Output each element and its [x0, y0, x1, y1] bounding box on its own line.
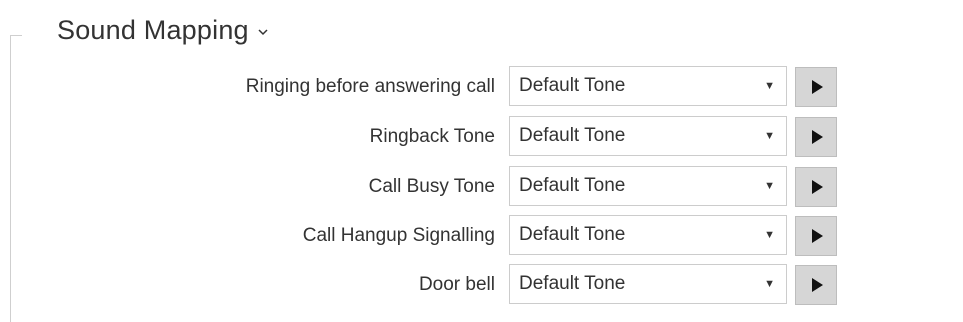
- play-button-ringback-tone[interactable]: [795, 117, 837, 157]
- select-value: Default Tone: [519, 224, 626, 245]
- fieldset-bracket-top: [10, 35, 22, 36]
- sound-mapping-page: Sound Mapping Ringing before answering c…: [0, 0, 963, 322]
- select-value: Default Tone: [519, 75, 626, 96]
- play-icon: [812, 130, 823, 144]
- play-icon: [812, 229, 823, 243]
- dropdown-arrow-icon: ▼: [764, 180, 775, 192]
- tone-select-door-bell[interactable]: Default Tone ▼: [509, 264, 787, 304]
- row-label: Ringing before answering call: [245, 76, 495, 97]
- play-icon: [812, 278, 823, 292]
- play-button-door-bell[interactable]: [795, 265, 837, 305]
- select-value: Default Tone: [519, 175, 626, 196]
- row-label: Door bell: [418, 274, 495, 295]
- play-button-ringing-before-answering[interactable]: [795, 67, 837, 107]
- select-value: Default Tone: [519, 273, 626, 294]
- select-value: Default Tone: [519, 125, 626, 146]
- row-label: Call Busy Tone: [368, 176, 495, 197]
- play-icon: [812, 80, 823, 94]
- sound-row-call-hangup-signalling: Call Hangup Signalling Default Tone ▼: [0, 215, 963, 257]
- row-label: Call Hangup Signalling: [302, 225, 495, 246]
- dropdown-arrow-icon: ▼: [764, 130, 775, 142]
- play-button-call-hangup-signalling[interactable]: [795, 216, 837, 256]
- tone-select-call-busy-tone[interactable]: Default Tone ▼: [509, 166, 787, 206]
- dropdown-arrow-icon: ▼: [764, 229, 775, 241]
- section-header-sound-mapping[interactable]: Sound Mapping: [57, 12, 269, 48]
- dropdown-arrow-icon: ▼: [764, 80, 775, 92]
- sound-row-ringing-before-answering: Ringing before answering call Default To…: [0, 66, 963, 108]
- sound-row-ringback-tone: Ringback Tone Default Tone ▼: [0, 116, 963, 158]
- play-button-call-busy-tone[interactable]: [795, 167, 837, 207]
- tone-select-ringing-before-answering[interactable]: Default Tone ▼: [509, 66, 787, 106]
- sound-row-call-busy-tone: Call Busy Tone Default Tone ▼: [0, 166, 963, 208]
- chevron-down-icon: [258, 29, 268, 36]
- row-label: Ringback Tone: [369, 126, 495, 147]
- dropdown-arrow-icon: ▼: [764, 278, 775, 290]
- tone-select-call-hangup-signalling[interactable]: Default Tone ▼: [509, 215, 787, 255]
- tone-select-ringback-tone[interactable]: Default Tone ▼: [509, 116, 787, 156]
- play-icon: [812, 180, 823, 194]
- section-title: Sound Mapping: [57, 14, 249, 45]
- sound-row-door-bell: Door bell Default Tone ▼: [0, 264, 963, 306]
